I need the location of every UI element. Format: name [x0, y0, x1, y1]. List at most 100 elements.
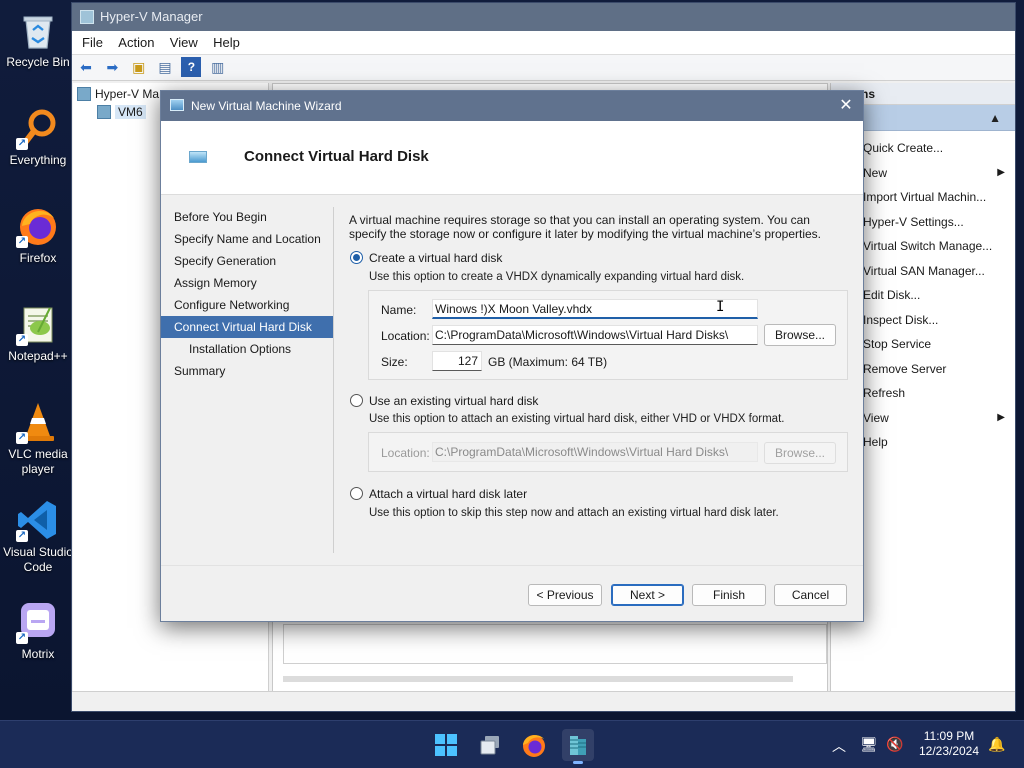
hyperv-titlebar[interactable]: Hyper-V Manager [72, 3, 1015, 31]
desktop-icon-label: Firefox [19, 251, 57, 265]
desktop-icon-motrix[interactable]: ↗ Motrix [2, 600, 74, 662]
back-arrow-icon[interactable]: ⬅ [76, 57, 96, 77]
radio-button[interactable] [350, 394, 363, 407]
name-input[interactable]: Winows !)X Moon Valley.vhdx [432, 299, 758, 319]
notification-bell-icon[interactable]: 🔔 [988, 736, 1005, 753]
submenu-arrow-icon: ▶ [997, 411, 1005, 423]
desktop-icon-recycle-bin[interactable]: Recycle Bin [2, 8, 74, 70]
firefox-icon: ↗ [16, 204, 60, 248]
desktop-icon-everything[interactable]: ↗ Everything [2, 106, 74, 168]
action-label: Virtual Switch Manage... [863, 239, 993, 253]
wizard-title: New Virtual Machine Wizard [191, 99, 342, 113]
window-title: Hyper-V Manager [100, 9, 203, 24]
next-button[interactable]: Next > [611, 584, 684, 606]
notepadpp-icon: ↗ [16, 302, 60, 346]
location-input[interactable]: C:\ProgramData\Microsoft\Windows\Virtual… [432, 325, 758, 345]
shortcut-arrow-icon: ↗ [16, 632, 28, 644]
menu-action[interactable]: Action [112, 31, 160, 55]
action-label: Stop Service [863, 337, 932, 351]
chevron-up-icon[interactable]: ︿ [832, 736, 846, 756]
footer-divider [161, 565, 863, 566]
horizontal-scrollbar[interactable] [283, 676, 793, 682]
menu-help[interactable]: Help [207, 31, 246, 55]
show-hide-action-pane-icon[interactable]: ▥ [208, 57, 228, 77]
wizard-titlebar[interactable]: New Virtual Machine Wizard ✕ [161, 91, 863, 121]
help-icon[interactable]: ? [181, 57, 202, 77]
finish-button[interactable]: Finish [692, 584, 766, 606]
radio-create-virtual-hard-disk[interactable]: Create a virtual hard disk [349, 250, 502, 266]
network-icon[interactable]: 🖥 [860, 736, 878, 753]
shortcut-arrow-icon: ↗ [16, 236, 28, 248]
step-specify-name-location[interactable]: Specify Name and Location [161, 228, 333, 250]
radio-button[interactable] [350, 487, 363, 500]
status-bar [72, 691, 1015, 711]
virtual-disk-icon [189, 151, 207, 163]
attach-later-hint: Use this option to skip this step now an… [369, 507, 779, 519]
windows-start-icon[interactable] [430, 729, 462, 761]
desktop-icon-label: Notepad++ [8, 349, 68, 363]
nav-divider [333, 207, 334, 553]
menu-file[interactable]: File [76, 31, 109, 55]
step-before-you-begin[interactable]: Before You Begin [161, 206, 333, 228]
shortcut-arrow-icon: ↗ [16, 138, 28, 150]
new-vm-wizard-dialog: New Virtual Machine Wizard ✕ Connect Vir… [160, 90, 864, 622]
radio-label: Use an existing virtual hard disk [369, 394, 539, 408]
cancel-button[interactable]: Cancel [774, 584, 847, 606]
action-label: Remove Server [863, 361, 947, 376]
clock[interactable]: 11:09 PM 12/23/2024 [914, 729, 984, 759]
desktop-icon-firefox[interactable]: ↗ Firefox [2, 204, 74, 266]
size-input[interactable]: 127 [432, 351, 482, 371]
forward-arrow-icon[interactable]: ➡ [102, 57, 122, 77]
radio-button-checked[interactable] [350, 251, 363, 264]
step-summary[interactable]: Summary [161, 360, 333, 382]
firefox-taskbar-icon[interactable] [518, 729, 550, 761]
action-label: Quick Create... [863, 141, 944, 155]
show-hide-console-tree-icon[interactable]: ▤ [155, 57, 175, 77]
desktop-icon-label: Visual Studio Code [3, 545, 73, 574]
taskbar: ︿ 🖥 🔇 11:09 PM 12/23/2024 🔔 [0, 720, 1024, 768]
existing-browse-button[interactable]: Browse... [764, 442, 836, 464]
menu-view[interactable]: View [164, 31, 204, 55]
radio-use-existing-disk[interactable]: Use an existing virtual hard disk [349, 393, 538, 409]
action-label: Help [863, 435, 888, 449]
shortcut-arrow-icon: ↗ [16, 530, 28, 542]
collapse-up-icon[interactable]: ▲ [989, 111, 1001, 125]
action-label: Import Virtual Machin... [863, 190, 987, 204]
desktop-icon-vlc[interactable]: ↗ VLC media player [2, 400, 74, 477]
submenu-arrow-icon: ▶ [997, 166, 1005, 178]
existing-location-input[interactable]: C:\ProgramData\Microsoft\Windows\Virtual… [432, 442, 758, 462]
task-view-icon[interactable] [474, 729, 506, 761]
desktop-icon-label: Motrix [21, 647, 55, 661]
wizard-header: Connect Virtual Hard Disk [161, 121, 863, 195]
desktop-icon-vscode[interactable]: ↗ Visual Studio Code [2, 498, 74, 575]
desktop-icon-notepadpp[interactable]: ↗ Notepad++ [2, 302, 74, 364]
radio-label: Create a virtual hard disk [369, 251, 503, 265]
desktop-icon-label: Everything [9, 153, 67, 167]
existing-disk-hint: Use this option to attach an existing vi… [369, 413, 785, 425]
up-folder-icon[interactable]: ▣ [129, 57, 149, 77]
action-label: Hyper-V Settings... [863, 214, 964, 229]
menu-bar: File Action View Help [72, 31, 1015, 55]
step-connect-virtual-hard-disk[interactable]: Connect Virtual Hard Disk [161, 316, 333, 338]
close-icon[interactable]: ✕ [829, 91, 863, 121]
search-magnifier-icon: ↗ [16, 106, 60, 150]
browse-button[interactable]: Browse... [764, 324, 836, 346]
create-disk-group: Name: Winows !)X Moon Valley.vhdx I Loca… [368, 290, 848, 380]
action-label: Virtual SAN Manager... [863, 263, 985, 278]
recycle-bin-icon [16, 8, 60, 52]
step-configure-networking[interactable]: Configure Networking [161, 294, 333, 316]
hyperv-manager-taskbar-icon[interactable] [562, 729, 594, 764]
step-specify-generation[interactable]: Specify Generation [161, 250, 333, 272]
details-panel [283, 624, 827, 664]
tree-item-label: Hyper-V Ma [95, 87, 160, 101]
volume-muted-icon[interactable]: 🔇 [886, 736, 903, 753]
step-installation-options[interactable]: Installation Options [161, 338, 333, 360]
radio-attach-later[interactable]: Attach a virtual hard disk later [349, 486, 527, 502]
intro-text: A virtual machine requires storage so th… [349, 213, 822, 241]
previous-button[interactable]: < Previous [528, 584, 602, 606]
step-assign-memory[interactable]: Assign Memory [161, 272, 333, 294]
wizard-steps-nav: Before You Begin Specify Name and Locati… [161, 206, 333, 556]
create-disk-hint: Use this option to create a VHDX dynamic… [369, 271, 745, 283]
action-label: View [863, 410, 889, 425]
existing-location-label: Location: [381, 446, 430, 460]
